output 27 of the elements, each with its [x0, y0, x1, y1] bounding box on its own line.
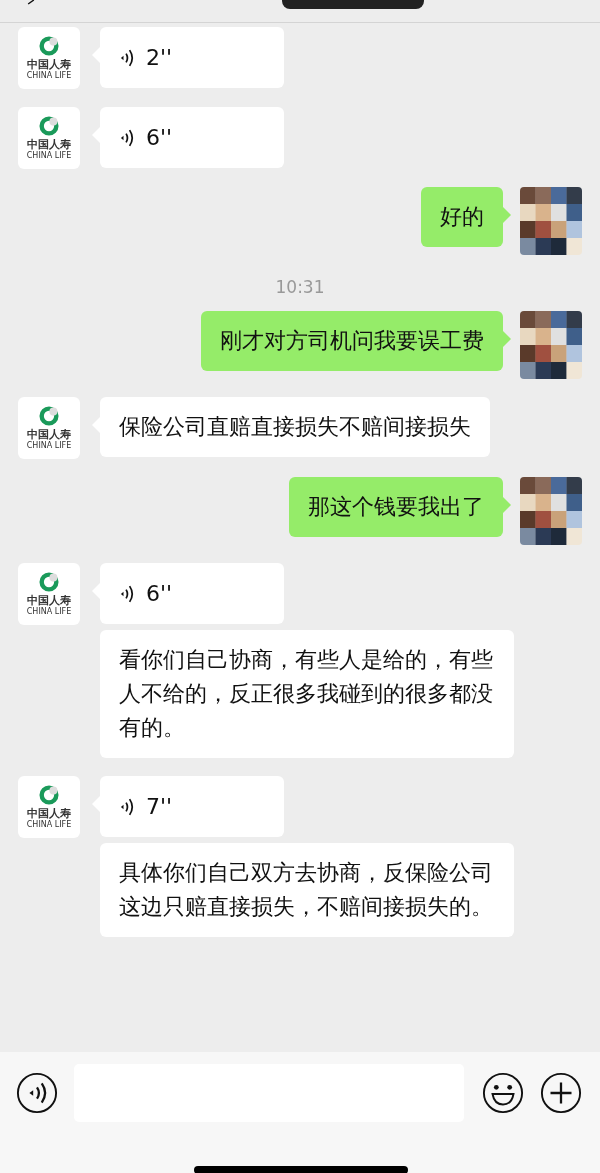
- message-bubble[interactable]: 刚才对方司机问我要误工费: [201, 311, 503, 371]
- voice-message-bubble[interactable]: 6'': [100, 107, 284, 168]
- company-logo-avatar[interactable]: 中国人寿 CHINA LIFE: [18, 397, 80, 459]
- message-bubble[interactable]: 好的: [421, 187, 503, 247]
- voice-wave-icon: [120, 583, 134, 604]
- voice-duration: 6'': [146, 123, 173, 152]
- company-logo-avatar[interactable]: 中国人寿 CHINA LIFE: [18, 107, 80, 169]
- voice-wave-icon: [120, 796, 134, 817]
- emoji-icon[interactable]: [482, 1072, 524, 1114]
- voice-wave-icon: [120, 47, 134, 68]
- message-bubble[interactable]: 保险公司直赔直接损失不赔间接损失: [100, 397, 490, 457]
- message-bubble[interactable]: 那这个钱要我出了: [289, 477, 503, 537]
- voice-duration: 7'': [146, 792, 173, 821]
- voice-duration: 6'': [146, 579, 173, 608]
- company-logo-avatar[interactable]: 中国人寿 CHINA LIFE: [18, 27, 80, 89]
- voice-message-bubble[interactable]: 7'': [100, 776, 284, 837]
- voice-message-bubble[interactable]: 6'': [100, 563, 284, 624]
- voice-icon[interactable]: [16, 1072, 58, 1114]
- timestamp: 10:31: [274, 277, 326, 297]
- message-bubble[interactable]: 看你们自己协商，有些人是给的，有些人不给的，反正很多我碰到的很多都没有的。: [100, 630, 514, 758]
- company-logo-avatar[interactable]: 中国人寿 CHINA LIFE: [18, 776, 80, 838]
- voice-wave-icon: [120, 127, 134, 148]
- plus-icon[interactable]: [540, 1072, 582, 1114]
- message-bubble[interactable]: 具体你们自己双方去协商，反保险公司这边只赔直接损失，不赔间接损失的。: [100, 843, 514, 937]
- voice-message-bubble[interactable]: 2'': [100, 27, 284, 88]
- company-logo-avatar[interactable]: 中国人寿 CHINA LIFE: [18, 563, 80, 625]
- voice-duration: 2'': [146, 43, 173, 72]
